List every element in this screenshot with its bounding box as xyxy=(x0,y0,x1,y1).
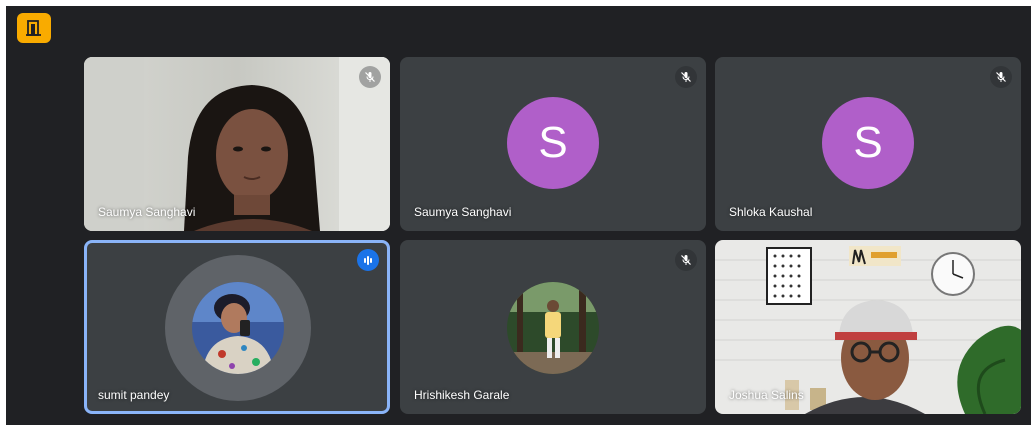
app-door-icon[interactable] xyxy=(17,13,51,43)
meeting-stage: Saumya Sanghavi S Saumya Sanghavi S Shlo… xyxy=(6,6,1031,425)
participant-name: Hrishikesh Garale xyxy=(414,388,510,402)
mic-off-icon xyxy=(990,66,1012,88)
participant-name: Saumya Sanghavi xyxy=(98,205,196,219)
participant-tile[interactable]: Joshua Salins xyxy=(715,240,1021,414)
avatar: S xyxy=(822,97,914,189)
participant-tile-active[interactable]: sumit pandey xyxy=(84,240,390,414)
audio-level-icon xyxy=(357,249,379,271)
participant-name: Joshua Salins xyxy=(729,388,804,402)
mic-off-icon xyxy=(675,66,697,88)
mic-off-icon xyxy=(675,249,697,271)
participant-name: Shloka Kaushal xyxy=(729,205,813,219)
participant-tile[interactable]: S Shloka Kaushal xyxy=(715,57,1021,231)
participant-tile[interactable]: S Saumya Sanghavi xyxy=(400,57,706,231)
avatar: S xyxy=(507,97,599,189)
participant-name: sumit pandey xyxy=(98,388,170,402)
participant-tile[interactable]: Hrishikesh Garale xyxy=(400,240,706,414)
participant-name: Saumya Sanghavi xyxy=(414,205,512,219)
avatar xyxy=(507,282,599,374)
mic-off-icon xyxy=(359,66,381,88)
avatar xyxy=(192,282,284,374)
participant-tile[interactable]: Saumya Sanghavi xyxy=(84,57,390,231)
